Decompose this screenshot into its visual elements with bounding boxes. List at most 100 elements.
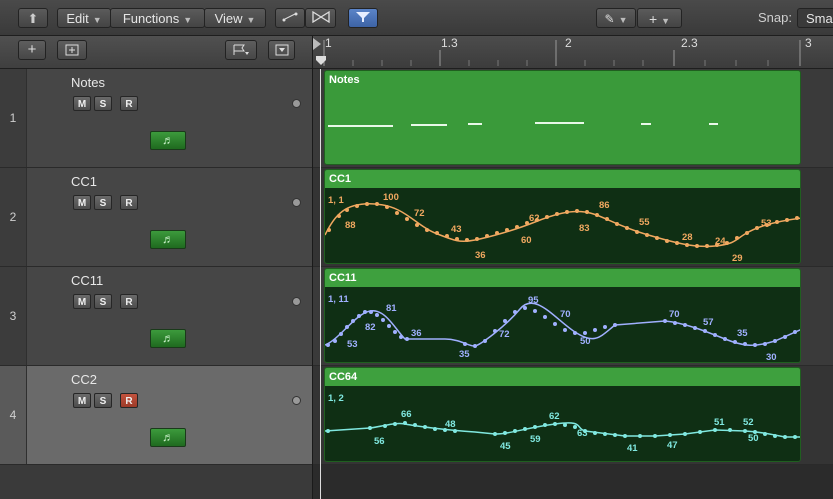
mute-button[interactable]: M <box>73 294 91 309</box>
solo-button[interactable]: S <box>94 195 112 210</box>
collapse-button[interactable] <box>305 8 336 28</box>
filter-icon <box>356 12 370 22</box>
pointer-tool-button[interactable]: ✎ ▼ <box>596 8 636 28</box>
functions-menu-button[interactable]: Functions ▼ <box>110 8 205 28</box>
value-label: 95 <box>528 295 539 306</box>
value-label: 56 <box>374 436 385 447</box>
region-cc1[interactable]: CC1 1, 1 88 100 72 43 36 60 62 83 86 55 … <box>324 169 801 264</box>
instrument-icon[interactable]: ♬ <box>150 230 186 249</box>
record-button[interactable]: R <box>120 294 138 309</box>
track-4[interactable]: 4 CC2 M S R ♬ <box>0 366 312 465</box>
snap-label: Snap: <box>758 10 792 25</box>
value-label: 53 <box>761 218 772 229</box>
back-button[interactable]: ⬆ <box>18 8 48 28</box>
cc1-curve: 1, 1 88 100 72 43 36 60 62 83 86 55 28 2… <box>325 192 800 264</box>
collapse-tracks-button[interactable] <box>268 40 295 60</box>
note-bars <box>328 122 718 127</box>
track-header-bar: + <box>0 36 312 69</box>
new-folder-button[interactable] <box>57 40 87 60</box>
arrange-empty-area[interactable] <box>313 465 833 499</box>
value-label: 48 <box>445 419 456 430</box>
mute-button[interactable]: M <box>73 195 91 210</box>
lane-2: CC1 1, 1 88 100 72 43 36 60 62 83 86 55 … <box>313 168 833 267</box>
chevron-down-icon: ▼ <box>618 15 628 25</box>
track-name[interactable]: CC2 <box>71 372 97 387</box>
value-label: 72 <box>499 329 510 340</box>
solo-button[interactable]: S <box>94 294 112 309</box>
value-label: 36 <box>475 250 486 261</box>
value-label: 36 <box>411 328 422 339</box>
value-label: 57 <box>703 317 714 328</box>
track-2[interactable]: 2 CC1 M S R ♬ <box>0 168 312 267</box>
solo-button[interactable]: S <box>94 393 112 408</box>
ruler-mark: 2.3 <box>681 36 698 50</box>
value-label: 70 <box>560 309 571 320</box>
value-label: 24 <box>715 236 726 247</box>
chevron-down-icon: ▼ <box>92 15 102 25</box>
region-cc11[interactable]: CC11 1, 11 53 82 81 36 35 72 95 70 50 70… <box>324 268 801 363</box>
record-button[interactable]: R <box>120 96 138 111</box>
chevron-down-icon: ▼ <box>661 16 671 26</box>
value-label: 51 <box>714 417 725 428</box>
region-cc64[interactable]: CC64 1, 2 56 66 48 45 59 62 63 41 47 51 … <box>324 367 801 462</box>
value-label: 86 <box>599 200 610 211</box>
value-label: 66 <box>401 409 412 420</box>
value-label: 62 <box>549 411 560 422</box>
mute-button[interactable]: M <box>73 96 91 111</box>
track-status-dot[interactable] <box>292 297 301 306</box>
solo-button[interactable]: S <box>94 96 112 111</box>
arrange-area[interactable]: Notes CC1 1, 1 88 100 72 43 36 60 62 83 … <box>313 69 833 499</box>
lane-3: CC11 1, 11 53 82 81 36 35 72 95 70 50 70… <box>313 267 833 366</box>
track-number: 3 <box>0 267 27 365</box>
value-label: 50 <box>580 336 591 347</box>
mute-button[interactable]: M <box>73 393 91 408</box>
track-name[interactable]: CC11 <box>71 273 103 288</box>
track-number: 4 <box>0 366 27 464</box>
value-label: 55 <box>639 217 650 228</box>
folder-plus-icon <box>65 44 79 56</box>
view-menu-button[interactable]: View ▼ <box>204 8 266 28</box>
value-label: 30 <box>766 352 777 363</box>
track-1[interactable]: 1 Notes M S R ♬ <box>0 69 312 168</box>
value-label: 100 <box>383 192 399 203</box>
instrument-icon[interactable]: ♬ <box>150 329 186 348</box>
plus-icon: + <box>27 41 37 58</box>
up-arrow-icon: ⬆ <box>27 11 39 26</box>
value-label: 29 <box>732 253 743 264</box>
flag-icon <box>233 44 249 55</box>
chevron-down-icon: ▼ <box>183 15 193 25</box>
channel-label: 1, 2 <box>328 393 344 404</box>
record-button[interactable]: R <box>120 393 138 408</box>
track-status-dot[interactable] <box>292 396 301 405</box>
line-tool-button[interactable] <box>275 8 305 28</box>
edit-menu-button[interactable]: Edit ▼ <box>57 8 111 28</box>
track-status-dot[interactable] <box>292 198 301 207</box>
toolbar: ⬆ Edit ▼ Functions ▼ View ▼ ✎ ▼ + ▼ Snap: Sma <box>0 0 833 36</box>
value-label: 53 <box>347 339 358 350</box>
timeline-ruler[interactable]: 1 1.3 2 2.3 3 <box>313 36 833 69</box>
track-name[interactable]: CC1 <box>71 174 97 189</box>
value-label: 63 <box>577 428 588 439</box>
instrument-icon[interactable]: ♬ <box>150 131 186 150</box>
region-notes[interactable]: Notes <box>324 70 801 165</box>
value-label: 35 <box>737 328 748 339</box>
track-number: 2 <box>0 168 27 266</box>
view-label: View <box>214 11 243 26</box>
value-label: 72 <box>414 208 425 219</box>
value-label: 45 <box>500 441 511 452</box>
value-label: 88 <box>345 220 356 231</box>
ruler-ticks <box>313 38 801 66</box>
filter-button[interactable] <box>348 8 378 28</box>
track-3[interactable]: 3 CC11 M S R ♬ <box>0 267 312 366</box>
instrument-icon[interactable]: ♬ <box>150 428 186 447</box>
snap-select[interactable]: Sma <box>797 8 833 28</box>
value-label: 81 <box>386 303 397 314</box>
marquee-tool-button[interactable]: + ▼ <box>637 8 682 28</box>
value-label: 41 <box>627 443 638 454</box>
flag-menu-button[interactable] <box>225 40 257 60</box>
record-button[interactable]: R <box>120 195 138 210</box>
add-track-button[interactable]: + <box>18 40 46 60</box>
playhead-line[interactable] <box>320 69 321 499</box>
track-name[interactable]: Notes <box>71 75 105 90</box>
track-status-dot[interactable] <box>292 99 301 108</box>
